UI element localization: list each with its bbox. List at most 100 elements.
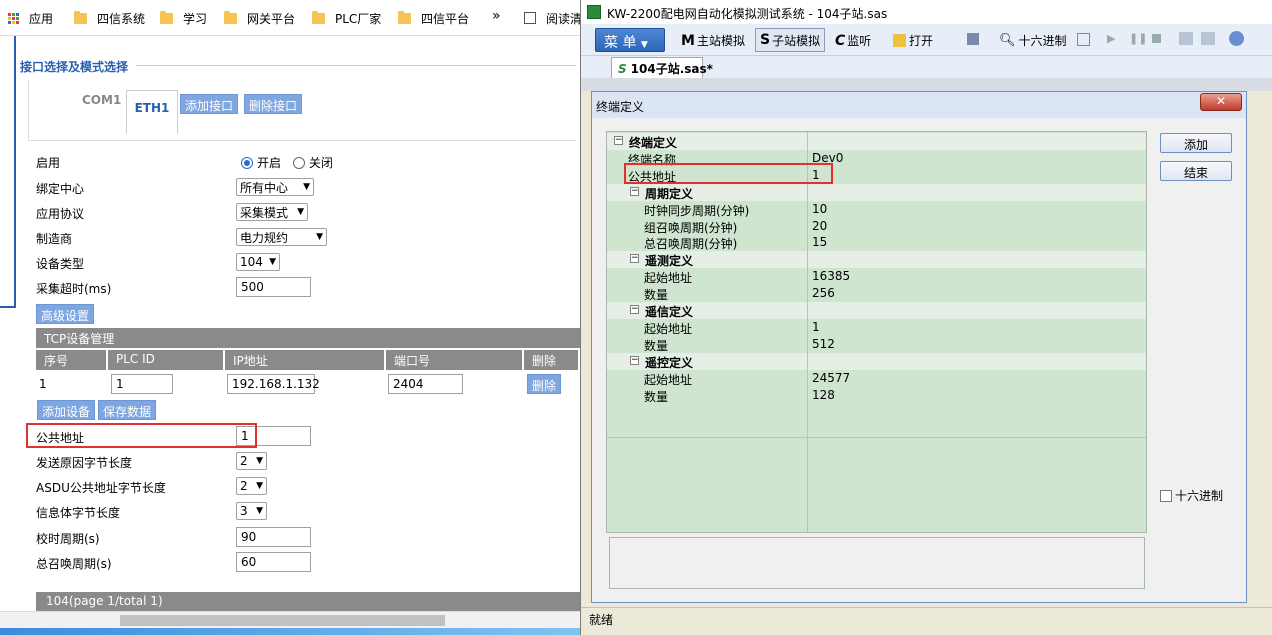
description-pane <box>609 537 1145 589</box>
vendor-select[interactable]: 电力规约 ▼ <box>236 228 327 246</box>
property-value[interactable]: 1 <box>812 320 820 334</box>
port-input[interactable]: 2404 <box>388 374 463 394</box>
ip-input[interactable]: 192.168.1.132 <box>227 374 320 394</box>
document-tab[interactable]: S 104子站.sas* <box>611 57 713 78</box>
property-value[interactable]: 24577 <box>812 371 850 385</box>
col-header-delete: 删除 <box>524 350 580 370</box>
delete-interface-button[interactable]: 删除接口 <box>244 94 303 114</box>
save-data-button[interactable]: 保存数据 <box>98 400 157 420</box>
clock-period-label: 校时周期(s) <box>36 532 100 546</box>
plc-id-input[interactable]: 1 <box>111 374 173 394</box>
folder-icon <box>160 10 173 24</box>
radio-off[interactable] <box>292 157 305 169</box>
help-icon[interactable] <box>1229 31 1244 46</box>
property-value[interactable]: 256 <box>812 286 835 300</box>
bookmarks-more-button[interactable]: » <box>492 8 501 24</box>
property-row[interactable]: 组召唤周期(分钟) 20 <box>607 217 1146 235</box>
horizontal-scrollbar[interactable] <box>0 611 580 628</box>
property-value[interactable]: 16385 <box>812 269 850 283</box>
taskbar-strip <box>0 628 580 635</box>
monitor-button[interactable]: C 监听 <box>835 32 871 49</box>
master-icon: M <box>681 32 695 49</box>
property-row[interactable]: 起始地址 16385 <box>607 268 1146 286</box>
bookmark-gateway-platform[interactable]: 网关平台 <box>224 10 295 26</box>
pause-icon[interactable]: ❚❚ <box>1129 32 1147 45</box>
tabs-divider <box>28 140 576 141</box>
reading-list[interactable]: 阅读清 <box>524 10 582 26</box>
property-value[interactable]: 512 <box>812 337 835 351</box>
property-row[interactable]: 数量 256 <box>607 285 1146 303</box>
property-value[interactable]: 15 <box>812 235 827 249</box>
bookmark-sixin-platform[interactable]: 四信平台 <box>398 10 469 26</box>
property-row[interactable]: 总召唤周期(分钟) 15 <box>607 234 1146 252</box>
window-icon[interactable] <box>1179 32 1193 45</box>
property-row[interactable]: 时钟同步周期(分钟) 10 <box>607 200 1146 218</box>
bookmark-apps[interactable]: 应用 <box>8 10 53 26</box>
dialog-close-button[interactable]: ✕ <box>1200 93 1242 111</box>
property-label: 数量 <box>644 338 669 353</box>
timeout-input[interactable]: 500 <box>236 277 311 297</box>
refresh-icon[interactable] <box>1077 33 1090 46</box>
bookmark-label: 网关平台 <box>247 11 296 26</box>
bookmark-study[interactable]: 学习 <box>160 10 207 26</box>
property-group-row[interactable]: − 遥信定义 <box>607 302 1146 319</box>
add-button[interactable]: 添加 <box>1160 133 1232 153</box>
open-button[interactable]: 打开 <box>893 32 933 49</box>
add-device-button[interactable]: 添加设备 <box>37 400 96 420</box>
property-value[interactable]: 128 <box>812 388 835 402</box>
tab-com1[interactable]: COM1 <box>82 93 121 107</box>
stop-icon[interactable] <box>1152 34 1161 43</box>
main-menu-button[interactable]: 菜 单 ▼ <box>595 28 665 52</box>
property-label: 总召唤周期(分钟) <box>644 237 738 252</box>
collapse-icon[interactable]: − <box>630 355 639 365</box>
property-row[interactable]: 数量 128 <box>607 386 1146 404</box>
property-row[interactable]: 起始地址 24577 <box>607 369 1146 387</box>
collapse-icon[interactable]: − <box>614 136 623 145</box>
property-group-row[interactable]: − 终端定义 <box>607 133 1146 150</box>
collapse-icon[interactable]: − <box>630 186 639 196</box>
collapse-icon[interactable]: − <box>630 305 639 314</box>
radio-on[interactable] <box>241 157 253 169</box>
property-group-row[interactable]: − 遥测定义 <box>607 251 1146 269</box>
asdu-length-select[interactable]: 2 ▼ <box>236 477 267 495</box>
clipped-top-row <box>30 36 230 41</box>
hex-button[interactable]: 🔍︎ 十六进制 <box>999 32 1067 49</box>
master-sim-button[interactable]: M 主站模拟 <box>681 32 745 49</box>
document-tab-label: 104子站.sas* <box>630 62 713 76</box>
protocol-select[interactable]: 采集模式 ▼ <box>236 203 308 221</box>
protocol-label: 应用协议 <box>36 207 85 221</box>
app-window: KW-2200配电网自动化模拟测试系统 - 104子站.sas 菜 单 ▼ M主… <box>580 0 1272 635</box>
add-interface-button[interactable]: 添加接口 <box>180 94 239 114</box>
hex-checkbox[interactable]: 十六进制 <box>1160 487 1223 504</box>
cause-length-select[interactable]: 2 ▼ <box>236 452 267 470</box>
export-icon[interactable] <box>1201 32 1215 45</box>
timeout-label: 采集超时(ms) <box>36 282 112 296</box>
info-length-select[interactable]: 3 ▼ <box>236 502 267 520</box>
property-value[interactable]: 10 <box>812 202 827 216</box>
slave-sim-button[interactable]: S 子站模拟 <box>755 28 826 52</box>
device-type-label: 设备类型 <box>36 257 85 271</box>
bookmark-plc-vendor[interactable]: PLC厂家 <box>312 10 381 26</box>
bind-center-select[interactable]: 所有中心 ▼ <box>236 178 314 196</box>
checkbox-box[interactable] <box>1160 490 1172 502</box>
gi-period-input[interactable]: 60 <box>236 552 311 572</box>
property-row[interactable]: 起始地址 1 <box>607 318 1146 336</box>
save-all-icon[interactable] <box>967 33 979 45</box>
end-button[interactable]: 结束 <box>1160 161 1232 181</box>
advanced-settings-button[interactable]: 高级设置 <box>36 304 95 324</box>
toolbar-label: 监听 <box>847 34 872 48</box>
apps-grid-icon <box>8 12 19 24</box>
property-group-row[interactable]: − 周期定义 <box>607 183 1146 201</box>
property-row[interactable]: 数量 512 <box>607 335 1146 353</box>
property-group-row[interactable]: − 遥控定义 <box>607 352 1146 370</box>
property-group-label: 遥信定义 <box>645 305 694 319</box>
clock-period-input[interactable]: 90 <box>236 527 311 547</box>
device-type-select[interactable]: 104 ▼ <box>236 253 280 271</box>
bookmark-sixin-system[interactable]: 四信系统 <box>74 10 145 26</box>
scrollbar-thumb[interactable] <box>120 615 445 626</box>
play-icon[interactable]: ▶ <box>1107 32 1115 45</box>
delete-row-button[interactable]: 删除 <box>527 374 562 394</box>
tab-eth1[interactable]: ETH1 <box>126 90 178 134</box>
collapse-icon[interactable]: − <box>630 254 639 264</box>
property-value[interactable]: 20 <box>812 219 827 233</box>
